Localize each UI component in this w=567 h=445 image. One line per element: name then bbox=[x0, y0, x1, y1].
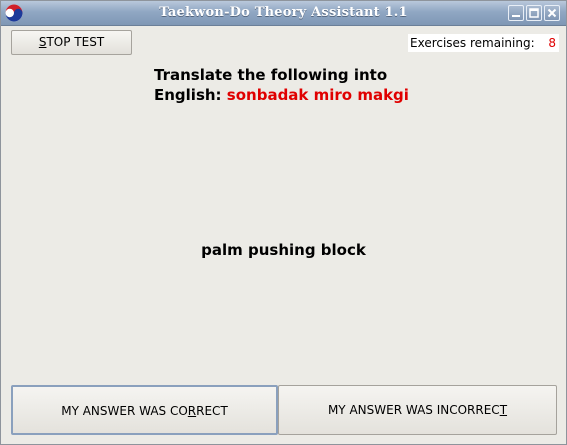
minimize-icon bbox=[512, 15, 520, 17]
close-button[interactable] bbox=[544, 5, 560, 21]
stop-test-label: TOP TEST bbox=[46, 35, 105, 49]
question-prompt: Translate the following into English: so… bbox=[154, 65, 409, 105]
answer-incorrect-button[interactable]: MY ANSWER WAS INCORRECT bbox=[278, 385, 557, 435]
maximize-icon bbox=[529, 8, 539, 18]
exercises-remaining-label: Exercises remaining: bbox=[410, 36, 535, 50]
minimize-button[interactable] bbox=[508, 5, 524, 21]
incorrect-mnemonic: T bbox=[499, 403, 508, 417]
app-window: Taekwon-Do Theory Assistant 1.1 STOP TES… bbox=[0, 0, 567, 445]
correct-label-prefix: MY ANSWER WAS CO bbox=[61, 404, 188, 418]
close-icon bbox=[547, 8, 557, 18]
question-line-2: English: sonbadak miro makgi bbox=[154, 85, 409, 105]
correct-label-rest: RECT bbox=[196, 404, 228, 418]
answer-text: palm pushing block bbox=[201, 241, 366, 259]
maximize-button[interactable] bbox=[526, 5, 542, 21]
correct-mnemonic: R bbox=[187, 404, 197, 418]
question-line-1: Translate the following into bbox=[154, 66, 388, 84]
exercises-remaining-panel: Exercises remaining: 8 bbox=[408, 34, 559, 52]
exercises-remaining-count: 8 bbox=[548, 36, 556, 50]
stop-test-button[interactable]: STOP TEST bbox=[11, 30, 132, 55]
title-bar[interactable]: Taekwon-Do Theory Assistant 1.1 bbox=[1, 1, 566, 26]
incorrect-label-prefix: MY ANSWER WAS INCORREC bbox=[327, 403, 500, 417]
question-line-2-prefix: English: bbox=[154, 86, 222, 104]
answer-correct-button[interactable]: MY ANSWER WAS CORRECT bbox=[11, 385, 278, 435]
window-title: Taekwon-Do Theory Assistant 1.1 bbox=[159, 5, 408, 20]
korean-term: sonbadak miro makgi bbox=[226, 86, 409, 104]
